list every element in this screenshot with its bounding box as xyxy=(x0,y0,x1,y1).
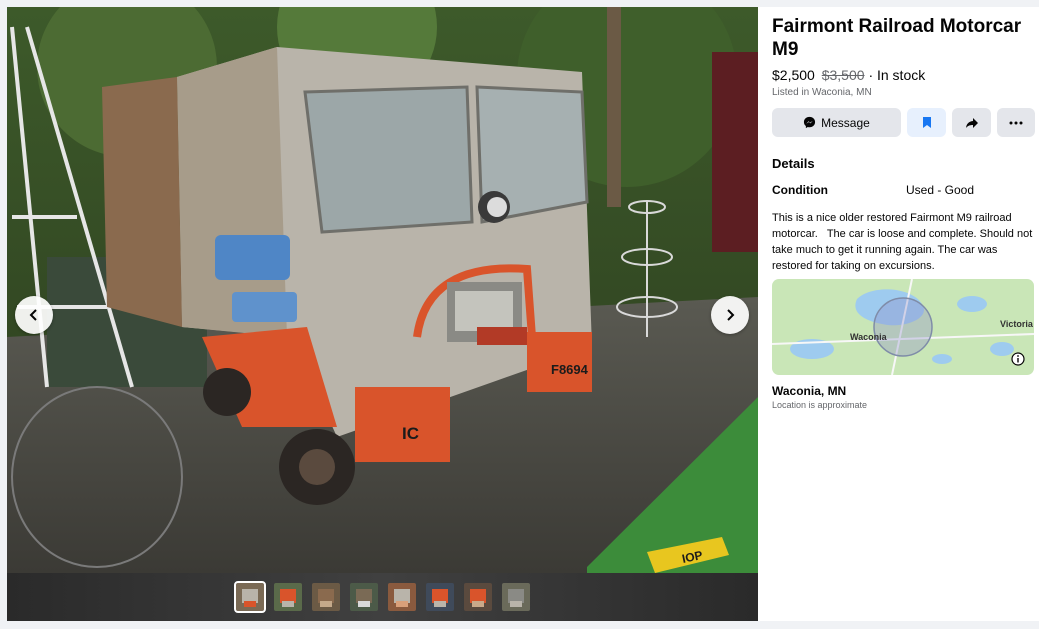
messenger-icon xyxy=(804,116,816,129)
listing-price: $2,500 xyxy=(772,67,815,83)
map-label-waconia: Waconia xyxy=(850,332,887,342)
chevron-right-icon xyxy=(727,309,735,321)
bookmark-icon xyxy=(922,117,931,128)
location-map[interactable]: Waconia Victoria xyxy=(772,279,1034,375)
map-label-victoria: Victoria xyxy=(1000,319,1033,329)
original-price: $3,500 xyxy=(821,67,865,83)
car-lettering: IC xyxy=(402,424,419,443)
thumbnail-image xyxy=(387,583,416,611)
listed-location: Listed in Waconia, MN xyxy=(772,87,872,98)
thumbnail-image xyxy=(235,583,264,611)
message-label: Message xyxy=(821,115,870,130)
thumbnail-image xyxy=(349,583,378,611)
more-options-button[interactable] xyxy=(997,108,1035,137)
thumbnail-image xyxy=(463,583,492,611)
thumbnail-image xyxy=(311,583,340,611)
photo-thumbnail[interactable] xyxy=(463,583,492,611)
media-viewer: IC F8694 IOP xyxy=(7,7,758,621)
thumbnail-image xyxy=(501,583,530,611)
availability-status: · In stock xyxy=(868,67,926,83)
photo-thumbnail[interactable] xyxy=(425,583,454,611)
location-name: Waconia, MN xyxy=(772,384,847,398)
photo-thumbnail[interactable] xyxy=(349,583,378,611)
photo-thumbnail[interactable] xyxy=(311,583,340,611)
car-number: F8694 xyxy=(551,362,589,377)
thumbnail-strip xyxy=(7,573,758,621)
condition-label: Condition xyxy=(772,183,828,197)
listing-title: Fairmont Railroad Motorcar M9 xyxy=(772,16,1022,60)
previous-photo-button[interactable] xyxy=(15,296,53,334)
message-button[interactable]: Message xyxy=(772,108,901,137)
thumbnail-image xyxy=(425,583,454,611)
share-icon xyxy=(965,117,978,128)
photo-thumbnail[interactable] xyxy=(387,583,416,611)
photo-thumbnail[interactable] xyxy=(501,583,530,611)
condition-value: Used - Good xyxy=(906,183,975,197)
action-bar: Message xyxy=(772,108,1035,137)
save-button[interactable] xyxy=(907,108,946,137)
details-heading: Details xyxy=(772,156,815,171)
photo-thumbnail[interactable] xyxy=(233,581,266,613)
marketplace-listing: IC F8694 IOP Fairmont Railroad Motorcar … xyxy=(7,7,1039,621)
next-photo-button[interactable] xyxy=(711,296,749,334)
more-icon xyxy=(1009,121,1023,124)
share-button[interactable] xyxy=(952,108,991,137)
listing-photo: IC F8694 IOP xyxy=(7,7,758,573)
listing-description: This is a nice older restored Fairmont M… xyxy=(772,212,1036,272)
price-row: $2,500 $3,500 · In stock xyxy=(772,66,1035,84)
thumbnail-image xyxy=(273,583,302,611)
map-image xyxy=(772,279,1034,375)
info-icon[interactable] xyxy=(1011,352,1025,366)
photo-thumbnail[interactable] xyxy=(273,583,302,611)
condition-row: Condition Used - Good xyxy=(772,183,1035,197)
location-note: Location is approximate xyxy=(772,400,868,410)
chevron-left-icon xyxy=(29,309,37,321)
listing-details-panel: Fairmont Railroad Motorcar M9 $2,500 $3,… xyxy=(772,15,1035,410)
